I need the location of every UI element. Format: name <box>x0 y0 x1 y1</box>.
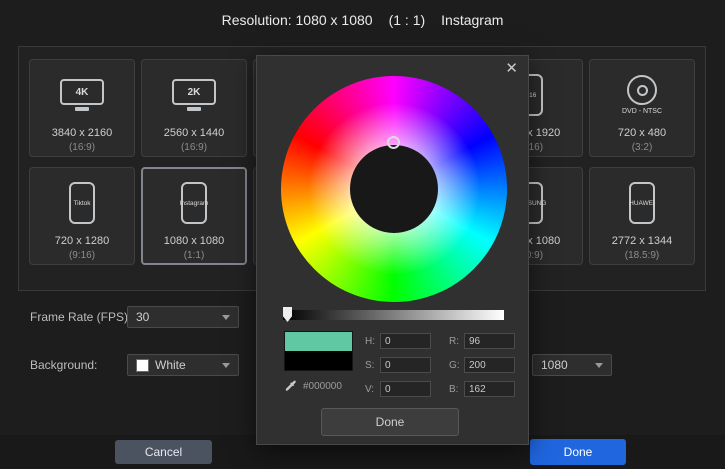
red-label: R: <box>449 336 464 347</box>
blue-input[interactable] <box>464 381 515 397</box>
value-slider-handle[interactable] <box>283 307 292 322</box>
background-value: White <box>155 358 186 372</box>
monitor-stand-icon <box>187 107 201 111</box>
chevron-down-icon <box>222 363 230 368</box>
blue-field-row: B: <box>449 381 515 397</box>
preset-card-dvd-ntsc[interactable]: DVD - NTSC 720 x 480 (3:2) <box>589 59 695 157</box>
card-size: 720 x 480 <box>618 127 666 139</box>
resolution-dialog: Resolution: 1080 x 1080 (1 : 1) Instagra… <box>0 0 725 469</box>
preset-card-4k[interactable]: 4K 3840 x 2160 (16:9) <box>29 59 135 157</box>
preset-card-huawei[interactable]: HUAWEI 2772 x 1344 (18.5:9) <box>589 167 695 265</box>
background-dropdown[interactable]: White <box>127 354 239 376</box>
saturation-label: S: <box>365 360 380 371</box>
red-input[interactable] <box>464 333 515 349</box>
phone-icon: HUAWEI <box>629 182 655 224</box>
preset-card-instagram-selected[interactable]: Instagram 1080 x 1080 (1:1) <box>141 167 247 265</box>
monitor-icon: 2K <box>172 79 216 105</box>
card-ratio: (18.5:9) <box>625 250 659 261</box>
hex-value: #000000 <box>303 381 342 392</box>
background-label: Background: <box>30 358 97 372</box>
value-field-row: V: <box>365 381 431 397</box>
picker-done-button[interactable]: Done <box>321 408 459 436</box>
size-dropdown[interactable]: 1080 <box>532 354 612 376</box>
icon-badge: 4K <box>76 87 89 98</box>
color-wheel-cursor[interactable] <box>387 136 400 149</box>
disc-icon <box>627 75 657 105</box>
icon-badge: 2K <box>188 87 201 98</box>
color-picker-dialog: ✕ #000000 H: S: V: R: <box>256 55 529 445</box>
value-slider[interactable] <box>283 310 504 320</box>
color-preview-new <box>285 332 352 351</box>
preset-card-2k[interactable]: 2K 2560 x 1440 (16:9) <box>141 59 247 157</box>
color-wheel-center <box>350 145 438 233</box>
card-ratio: (1:1) <box>184 250 205 261</box>
color-preview <box>284 331 353 371</box>
hue-field-row: H: <box>365 333 431 349</box>
card-size: 3840 x 2160 <box>52 127 113 139</box>
saturation-field-row: S: <box>365 357 431 373</box>
card-size: 2772 x 1344 <box>612 235 673 247</box>
done-button[interactable]: Done <box>530 439 626 465</box>
dialog-header: Resolution: 1080 x 1080 (1 : 1) Instagra… <box>0 0 725 40</box>
card-ratio: (16:9) <box>69 142 95 153</box>
size-dropdown-value: 1080 <box>541 358 568 372</box>
color-wheel[interactable] <box>281 76 507 302</box>
cancel-button[interactable]: Cancel <box>115 440 212 464</box>
background-color-swatch <box>136 359 149 372</box>
color-preview-current <box>285 351 352 370</box>
frame-rate-dropdown[interactable]: 30 <box>127 306 239 328</box>
phone-icon-area: Instagram <box>181 177 207 229</box>
card-ratio: (16:9) <box>181 142 207 153</box>
red-field-row: R: <box>449 333 515 349</box>
phone-icon: Instagram <box>181 182 207 224</box>
phone-icon-area: HUAWEI <box>629 177 655 229</box>
card-size: 720 x 1280 <box>55 235 109 247</box>
hue-label: H: <box>365 336 380 347</box>
card-size: 2560 x 1440 <box>164 127 225 139</box>
blue-label: B: <box>449 384 464 395</box>
monitor-stand-icon <box>75 107 89 111</box>
eyedropper-icon[interactable] <box>284 380 297 393</box>
resolution-platform: Instagram <box>441 12 503 28</box>
saturation-input[interactable] <box>380 357 431 373</box>
phone-icon: Tiktok <box>69 182 95 224</box>
chevron-down-icon <box>595 363 603 368</box>
resolution-ratio: (1 : 1) <box>389 12 426 28</box>
resolution-title: Resolution: 1080 x 1080 <box>222 12 373 28</box>
card-size: 1080 x 1080 <box>164 235 225 247</box>
disc-label: DVD - NTSC <box>622 108 662 115</box>
card-ratio: (3:2) <box>632 142 653 153</box>
close-icon[interactable]: ✕ <box>505 61 518 76</box>
green-input[interactable] <box>464 357 515 373</box>
frame-rate-label: Frame Rate (FPS): <box>30 310 131 324</box>
green-field-row: G: <box>449 357 515 373</box>
icon-badge: HUAWEI <box>629 200 655 207</box>
monitor-icon-area: 2K <box>172 69 216 121</box>
value-label: V: <box>365 384 380 395</box>
value-input[interactable] <box>380 381 431 397</box>
preset-card-tiktok[interactable]: Tiktok 720 x 1280 (9:16) <box>29 167 135 265</box>
monitor-icon-area: 4K <box>60 69 104 121</box>
icon-badge: Instagram <box>180 200 209 207</box>
monitor-icon: 4K <box>60 79 104 105</box>
chevron-down-icon <box>222 315 230 320</box>
icon-badge: Tiktok <box>73 200 90 207</box>
frame-rate-value: 30 <box>136 310 149 324</box>
green-label: G: <box>449 360 464 371</box>
phone-icon-area: Tiktok <box>69 177 95 229</box>
disc-icon-area: DVD - NTSC <box>622 69 662 121</box>
card-ratio: (9:16) <box>69 250 95 261</box>
hue-input[interactable] <box>380 333 431 349</box>
hex-row: #000000 <box>284 380 342 393</box>
